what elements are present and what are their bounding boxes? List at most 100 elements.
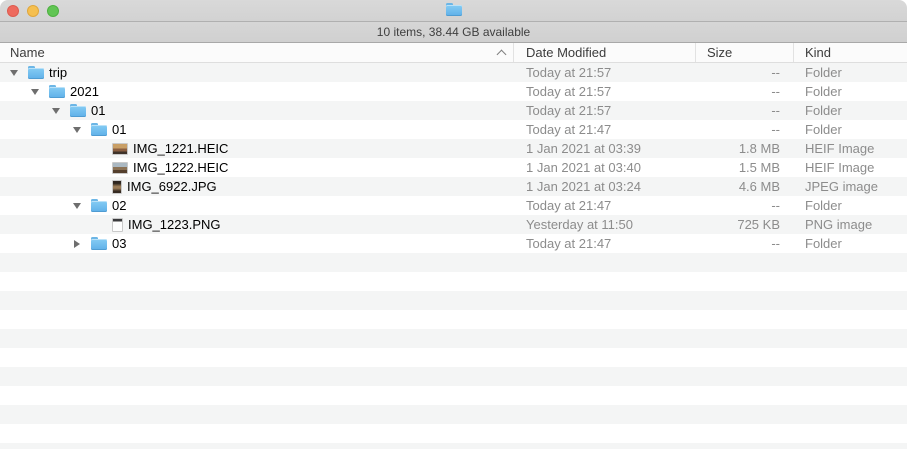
table-row[interactable]: 2021 Today at 21:57 -- Folder [0,82,907,101]
file-name: IMG_1223.PNG [128,217,221,232]
photo-thumbnail-icon [112,162,128,174]
size-cell: -- [696,103,794,118]
disclosure-closed-icon[interactable] [74,240,80,248]
date-modified-cell: 1 Jan 2021 at 03:40 [514,160,696,175]
column-header-name[interactable]: Name [0,43,514,62]
date-modified-cell: Today at 21:47 [514,198,696,213]
table-row[interactable]: trip Today at 21:57 -- Folder [0,63,907,82]
kind-cell: Folder [794,65,907,80]
kind-cell: Folder [794,84,907,99]
folder-icon [49,85,65,98]
size-cell: 725 KB [696,217,794,232]
png-document-icon [112,218,123,232]
disclosure-open-icon[interactable] [73,203,81,209]
file-name: IMG_6922.JPG [127,179,217,194]
zoom-button[interactable] [47,5,59,17]
disclosure-open-icon[interactable] [73,127,81,133]
kind-cell: JPEG image [794,179,907,194]
file-name: 02 [112,198,126,213]
file-name: IMG_1222.HEIC [133,160,228,175]
status-text: 10 items, 38.44 GB available [377,25,530,39]
folder-proxy-icon[interactable] [446,3,462,16]
column-header-size[interactable]: Size [696,43,794,62]
table-row[interactable]: IMG_1223.PNG Yesterday at 11:50 725 KB P… [0,215,907,234]
size-cell: -- [696,236,794,251]
size-cell: -- [696,84,794,99]
title-bar[interactable] [0,0,907,22]
name-cell: 03 [0,234,514,253]
date-modified-cell: 1 Jan 2021 at 03:24 [514,179,696,194]
name-cell: 01 [0,101,514,120]
size-cell: 1.8 MB [696,141,794,156]
disclosure-slot [50,108,70,114]
folder-icon [70,104,86,117]
size-cell: -- [696,122,794,137]
disclosure-open-icon[interactable] [10,70,18,76]
file-name: 03 [112,236,126,251]
column-header-size-label: Size [707,45,732,60]
traffic-lights [7,5,59,17]
table-row[interactable]: IMG_6922.JPG 1 Jan 2021 at 03:24 4.6 MB … [0,177,907,196]
file-list[interactable]: trip Today at 21:57 -- Folder 2021 Today… [0,63,907,449]
close-button[interactable] [7,5,19,17]
table-row[interactable]: IMG_1221.HEIC 1 Jan 2021 at 03:39 1.8 MB… [0,139,907,158]
name-cell: 01 [0,120,514,139]
disclosure-slot [29,89,49,95]
size-cell: 4.6 MB [696,179,794,194]
name-cell: 02 [0,196,514,215]
date-modified-cell: Today at 21:57 [514,103,696,118]
name-cell: IMG_1223.PNG [0,215,514,234]
name-cell: trip [0,63,514,82]
name-cell: IMG_1222.HEIC [0,158,514,177]
column-header-date-modified[interactable]: Date Modified [514,43,696,62]
photo-thumbnail-icon [112,143,128,155]
kind-cell: Folder [794,198,907,213]
table-row[interactable]: 01 Today at 21:57 -- Folder [0,101,907,120]
finder-window: 10 items, 38.44 GB available Name Date M… [0,0,907,470]
disclosure-open-icon[interactable] [52,108,60,114]
kind-cell: HEIF Image [794,160,907,175]
size-cell: -- [696,65,794,80]
date-modified-cell: 1 Jan 2021 at 03:39 [514,141,696,156]
column-header-name-label: Name [10,45,45,60]
sort-ascending-icon [497,50,507,60]
name-cell: 2021 [0,82,514,101]
size-cell: -- [696,198,794,213]
file-name: trip [49,65,67,80]
date-modified-cell: Today at 21:47 [514,236,696,251]
column-header-kind[interactable]: Kind [794,43,907,62]
name-cell: IMG_6922.JPG [0,177,514,196]
table-row[interactable]: IMG_1222.HEIC 1 Jan 2021 at 03:40 1.5 MB… [0,158,907,177]
column-header-date-label: Date Modified [526,45,606,60]
minimize-button[interactable] [27,5,39,17]
file-name: 01 [91,103,105,118]
file-name: 2021 [70,84,99,99]
disclosure-open-icon[interactable] [31,89,39,95]
date-modified-cell: Today at 21:57 [514,65,696,80]
date-modified-cell: Today at 21:47 [514,122,696,137]
folder-icon [28,66,44,79]
column-headers: Name Date Modified Size Kind [0,43,907,63]
file-name: IMG_1221.HEIC [133,141,228,156]
folder-icon [91,237,107,250]
folder-icon [91,199,107,212]
column-header-kind-label: Kind [805,45,831,60]
kind-cell: HEIF Image [794,141,907,156]
kind-cell: Folder [794,236,907,251]
file-name: 01 [112,122,126,137]
disclosure-slot [71,240,91,248]
disclosure-slot [71,203,91,209]
kind-cell: Folder [794,103,907,118]
photo-thumbnail-icon [112,180,122,194]
folder-icon [91,123,107,136]
disclosure-slot [71,127,91,133]
table-row[interactable]: 02 Today at 21:47 -- Folder [0,196,907,215]
table-row[interactable]: 03 Today at 21:47 -- Folder [0,234,907,253]
table-row[interactable]: 01 Today at 21:47 -- Folder [0,120,907,139]
date-modified-cell: Yesterday at 11:50 [514,217,696,232]
name-cell: IMG_1221.HEIC [0,139,514,158]
status-bar: 10 items, 38.44 GB available [0,22,907,43]
date-modified-cell: Today at 21:57 [514,84,696,99]
size-cell: 1.5 MB [696,160,794,175]
kind-cell: PNG image [794,217,907,232]
